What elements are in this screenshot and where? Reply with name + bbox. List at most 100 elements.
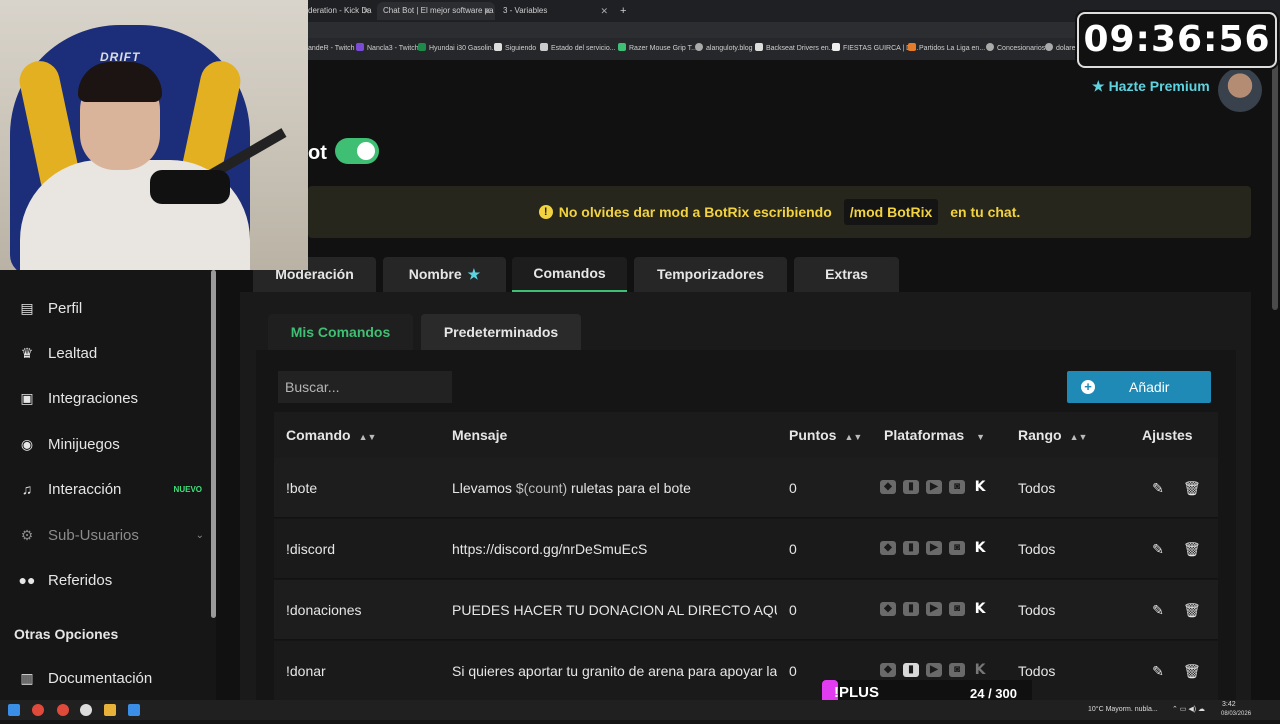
notice-text-after: en tu chat. bbox=[950, 204, 1021, 220]
sidebar-item-label: Documentación bbox=[48, 669, 153, 687]
close-tab-icon[interactable]: ✕ bbox=[362, 2, 370, 20]
bookmark-item[interactable]: Estado del servicio... bbox=[540, 38, 616, 60]
new-badge: NUEVO bbox=[173, 484, 202, 494]
bookmark-item[interactable]: dolares bbox=[1045, 38, 1079, 60]
bookmark-item[interactable]: alanguloty.blog bbox=[695, 38, 753, 60]
users-cog-icon: ⚙ bbox=[20, 527, 34, 543]
trash-icon[interactable]: 🗑 bbox=[1183, 541, 1201, 557]
sidebar-item-interaccion[interactable]: ♫ Interacción NUEVO bbox=[18, 474, 208, 504]
sort-icon: ▲▼ bbox=[1069, 432, 1088, 442]
windows-start-icon[interactable] bbox=[8, 704, 20, 716]
sidebar-item-label: Sub-Usuarios bbox=[48, 526, 139, 544]
sidebar-item-minijuegos[interactable]: ◉ Minijuegos bbox=[18, 429, 208, 459]
sidebar-section-title: Otras Opciones bbox=[14, 626, 119, 642]
opera-icon[interactable] bbox=[57, 704, 69, 716]
bookmark-item[interactable]: Razer Mouse Grip T... bbox=[618, 38, 697, 60]
trash-icon[interactable]: 🗑 bbox=[1183, 480, 1201, 496]
column-plataformas[interactable]: Plataformas ▼ bbox=[884, 412, 985, 460]
add-command-button[interactable]: + Añadir bbox=[1067, 371, 1211, 403]
edit-icon[interactable]: ✎ bbox=[1150, 663, 1166, 679]
command-message: Si quieres aportar tu granito de arena p… bbox=[452, 663, 777, 679]
sidebar-item-documentacion[interactable]: ▥ Documentación bbox=[18, 663, 208, 693]
browser-tab[interactable]: 3 - Variables ✕ bbox=[497, 2, 612, 20]
column-rango[interactable]: Rango ▲▼ bbox=[1018, 412, 1087, 460]
notice-code: /mod BotRix bbox=[843, 199, 939, 225]
close-tab-icon[interactable]: ✕ bbox=[600, 2, 608, 20]
twitch-icon: ▮ bbox=[903, 541, 919, 555]
star-icon: ★ bbox=[467, 266, 481, 282]
edit-icon[interactable]: ✎ bbox=[1150, 602, 1166, 618]
subtab-mis-comandos[interactable]: Mis Comandos bbox=[268, 314, 413, 350]
search-input[interactable] bbox=[278, 371, 452, 403]
trash-icon[interactable]: 🗑 bbox=[1183, 602, 1201, 618]
bookmark-item[interactable]: Partidos La Liga en... bbox=[908, 38, 985, 60]
sidebar-item-lealtad[interactable]: ♛ Lealtad bbox=[18, 338, 208, 368]
trash-icon[interactable]: 🗑 bbox=[1183, 663, 1201, 679]
bookmark-item[interactable]: Nancla3 - Twitch bbox=[356, 38, 419, 60]
tab-nombre[interactable]: Nombre ★ bbox=[383, 257, 506, 292]
kick-icon: K bbox=[974, 601, 986, 617]
browser-tab-active[interactable]: Chat Bot | El mejor software pa ✕ bbox=[377, 2, 495, 20]
obs-icon[interactable] bbox=[80, 704, 92, 716]
weather-widget[interactable]: 10°C Mayorm. nubla... bbox=[1088, 700, 1158, 720]
kick-icon: K bbox=[974, 662, 986, 678]
edit-icon[interactable]: ✎ bbox=[1150, 480, 1166, 496]
table-row: !donaciones PUEDES HACER TU DONACION AL … bbox=[274, 580, 1218, 640]
bookmark-item[interactable]: Concesionarios bbox=[986, 38, 1045, 60]
bookmark-item[interactable]: Siguiendo bbox=[494, 38, 536, 60]
sidebar-scrollbar[interactable] bbox=[211, 270, 216, 618]
page-scrollbar[interactable] bbox=[1272, 60, 1278, 310]
sidebar-item-label: Referidos bbox=[48, 571, 113, 589]
sidebar-item-label: Integraciones bbox=[48, 389, 139, 407]
tab-extras[interactable]: Extras bbox=[794, 257, 899, 292]
close-tab-icon[interactable]: ✕ bbox=[483, 2, 491, 20]
sidebar-item-label: Minijuegos bbox=[48, 435, 120, 453]
column-comando[interactable]: Comando ▲▼ bbox=[286, 412, 376, 460]
command-name: !bote bbox=[286, 480, 318, 496]
bot-enabled-toggle[interactable] bbox=[335, 138, 379, 164]
add-button-label: Añadir bbox=[1129, 379, 1170, 395]
steam-icon[interactable] bbox=[128, 704, 140, 716]
edit-icon[interactable]: ✎ bbox=[1150, 541, 1166, 557]
tray-date[interactable]: 08/03/2026 bbox=[1221, 704, 1251, 724]
users-icon: ●● bbox=[18, 572, 36, 588]
premium-link[interactable]: ★ Hazte Premium bbox=[1092, 78, 1210, 95]
avatar[interactable] bbox=[1218, 68, 1262, 112]
streamer-hair bbox=[78, 62, 162, 102]
chevron-down-icon: ⌄ bbox=[195, 529, 204, 541]
kick-bot-icon: ◆ bbox=[880, 602, 896, 616]
bookmark-item[interactable]: andeR - Twitch bbox=[308, 38, 355, 60]
bookmark-item[interactable]: FIESTAS GUIRCA | Di... bbox=[832, 38, 919, 60]
sidebar-item-referidos[interactable]: ●● Referidos bbox=[18, 565, 208, 595]
folder-icon[interactable] bbox=[104, 704, 116, 716]
sidebar-item-perfil[interactable]: ▤ Perfil bbox=[18, 293, 208, 323]
sidebar-item-integraciones[interactable]: ▣ Integraciones bbox=[18, 383, 208, 413]
chrome-icon[interactable] bbox=[32, 704, 44, 716]
column-ajustes: Ajustes bbox=[1142, 427, 1193, 443]
command-points: 0 bbox=[789, 480, 797, 496]
bookmark-item[interactable]: Hyundai i30 Gasolin... bbox=[418, 38, 497, 60]
mod-notice: ! No olvides dar mod a BotRix escribiend… bbox=[308, 186, 1251, 238]
bookmark-item[interactable]: Backseat Drivers en... bbox=[755, 38, 834, 60]
sort-icon: ▲▼ bbox=[358, 432, 377, 442]
tab-comandos[interactable]: Comandos bbox=[512, 257, 627, 292]
subtab-predeterminados[interactable]: Predeterminados bbox=[421, 314, 581, 350]
tray-icons[interactable]: ⌃ ▭ ◀) ☁ bbox=[1172, 700, 1205, 720]
tab-temporizadores[interactable]: Temporizadores bbox=[634, 257, 787, 292]
gamepad-icon: ◉ bbox=[20, 436, 34, 452]
column-puntos[interactable]: Puntos ▲▼ bbox=[789, 412, 862, 460]
star-icon: ★ bbox=[1092, 78, 1105, 94]
youtube-icon: ▶ bbox=[926, 541, 942, 555]
bot-title: ot bbox=[308, 142, 327, 164]
commands-table: Comando ▲▼ Mensaje Puntos ▲▼ Plataformas ▼ … bbox=[274, 412, 1218, 701]
youtube-icon: ▶ bbox=[926, 663, 942, 677]
browser-tab[interactable]: deration - Kick Da ✕ bbox=[302, 2, 374, 20]
filter-icon[interactable]: ▼ bbox=[976, 432, 985, 442]
new-tab-icon[interactable]: + bbox=[614, 2, 630, 20]
webcam-overlay: DRIFT bbox=[0, 0, 308, 270]
command-name: !discord bbox=[286, 541, 336, 557]
command-points: 0 bbox=[789, 663, 797, 679]
trophy-icon: ♛ bbox=[20, 345, 34, 361]
sidebar-item-sub-usuarios[interactable]: ⚙ Sub-Usuarios ⌄ bbox=[18, 520, 208, 550]
command-name: !donar bbox=[286, 663, 326, 679]
